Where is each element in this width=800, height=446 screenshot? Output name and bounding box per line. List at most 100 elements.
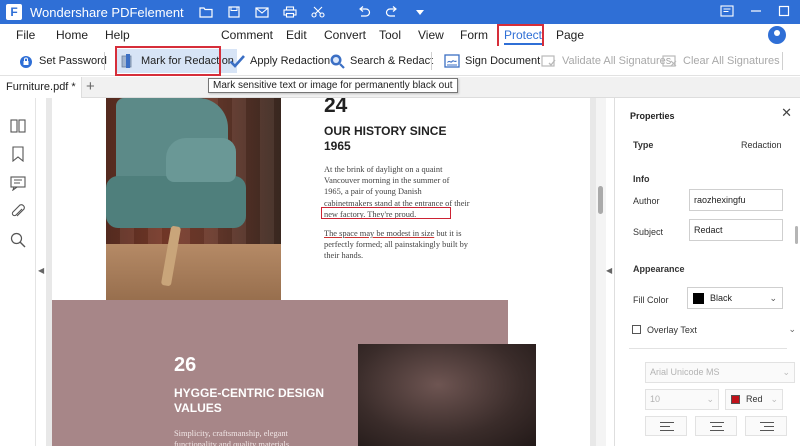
search-icon[interactable] xyxy=(10,232,26,248)
menu-file[interactable]: File xyxy=(16,24,35,46)
validate-all-signatures-button[interactable]: Validate All Signatures xyxy=(541,49,671,73)
font-color-value: Red xyxy=(746,394,763,404)
redaction-marker-icon xyxy=(120,53,136,69)
menu-form[interactable]: Form xyxy=(460,24,488,46)
menu-comment[interactable]: Comment xyxy=(221,24,273,46)
font-value: Arial Unicode MS xyxy=(650,367,720,377)
validate-signature-icon xyxy=(541,53,557,69)
search-redact-label: Search & Redact xyxy=(350,55,434,67)
color-swatch xyxy=(693,293,704,304)
fill-color-value: Black xyxy=(710,293,733,303)
underlined-text: The space may be modest in size xyxy=(324,229,435,238)
align-center-button[interactable] xyxy=(695,416,737,436)
thumbnails-icon[interactable] xyxy=(10,118,26,134)
feedback-icon[interactable] xyxy=(720,4,734,20)
app-logo-icon: F xyxy=(6,4,22,20)
customize-dropdown-icon[interactable] xyxy=(412,5,428,19)
set-password-button[interactable]: Set Password xyxy=(18,49,107,73)
save-icon[interactable] xyxy=(226,5,242,19)
properties-title: Properties xyxy=(630,111,675,121)
clear-all-signatures-button[interactable]: Clear All Signatures xyxy=(662,49,780,73)
scrollbar-thumb[interactable] xyxy=(598,186,603,214)
undo-icon[interactable] xyxy=(356,5,372,19)
menu-page[interactable]: Page xyxy=(556,24,584,46)
mail-icon[interactable] xyxy=(254,5,270,19)
overlay-text-label: Overlay Text xyxy=(647,325,697,335)
ribbon-separator xyxy=(431,52,432,70)
section-number: 26 xyxy=(174,354,197,376)
window-controls xyxy=(720,0,790,24)
info-label: Info xyxy=(633,174,650,184)
comment-icon[interactable] xyxy=(10,175,26,192)
clear-signature-icon xyxy=(662,53,678,69)
overlay-text-checkbox[interactable] xyxy=(632,325,641,334)
collapse-left-panel-icon[interactable]: ◀ xyxy=(38,266,44,275)
apply-redaction-button[interactable]: Apply Redaction xyxy=(229,49,330,73)
document-tab[interactable]: Furniture.pdf * xyxy=(0,77,82,98)
chevron-down-icon: ⌄ xyxy=(782,367,790,377)
design-values-heading: HYGGE-CENTRIC DESIGN VALUES xyxy=(174,386,325,415)
page-number-heading: 24 xyxy=(324,98,348,117)
chevron-down-icon[interactable]: ⌄ xyxy=(788,324,796,335)
chevron-down-icon: ⌄ xyxy=(769,293,777,303)
print-icon[interactable] xyxy=(282,5,298,19)
font-color-select[interactable]: Red ⌄ xyxy=(725,389,783,410)
magnifier-icon xyxy=(329,53,345,69)
history-heading: OUR HISTORY SINCE 1965 xyxy=(324,124,447,153)
apply-redaction-label: Apply Redaction xyxy=(250,55,331,67)
align-right-button[interactable] xyxy=(745,416,787,436)
lock-icon xyxy=(18,53,34,69)
close-icon[interactable]: ✕ xyxy=(781,105,792,121)
menu-tool[interactable]: Tool xyxy=(379,24,401,46)
author-field[interactable]: raozhexingfu xyxy=(689,189,783,211)
type-value: Redaction xyxy=(741,140,782,150)
maximize-icon[interactable] xyxy=(778,5,790,20)
checkmark-icon xyxy=(229,53,245,69)
redaction-mark-box[interactable] xyxy=(321,207,451,219)
font-size-value: 10 xyxy=(650,394,661,404)
search-redact-button[interactable]: Search & Redact xyxy=(329,49,433,73)
validate-all-signatures-label: Validate All Signatures xyxy=(562,55,672,67)
subject-label: Subject xyxy=(633,227,664,237)
chevron-down-icon: ⌄ xyxy=(770,394,778,404)
scissors-icon[interactable] xyxy=(310,5,326,19)
minimize-icon[interactable] xyxy=(750,5,762,20)
attachment-icon[interactable] xyxy=(10,204,26,220)
collapse-right-panel-icon[interactable]: ◀ xyxy=(606,266,612,275)
ribbon-separator xyxy=(782,52,783,70)
folder-icon[interactable] xyxy=(198,5,214,19)
document-scrollbar[interactable] xyxy=(596,98,606,446)
appearance-label: Appearance xyxy=(633,264,685,274)
menu-convert[interactable]: Convert xyxy=(324,24,366,46)
menu-view[interactable]: View xyxy=(418,24,444,46)
subject-field[interactable]: Redact xyxy=(689,219,783,241)
left-sidebar xyxy=(0,98,36,446)
chair-photo xyxy=(106,98,281,322)
font-size-select[interactable]: 10 ⌄ xyxy=(645,389,719,410)
sign-document-label: Sign Document xyxy=(465,55,541,67)
sign-document-button[interactable]: Sign Document xyxy=(444,49,540,73)
add-tab-button[interactable]: + xyxy=(86,78,95,96)
user-avatar-icon[interactable] xyxy=(768,26,786,44)
bookmark-icon[interactable] xyxy=(10,146,26,163)
space-paragraph[interactable]: The space may be modest in size but it i… xyxy=(324,228,470,262)
menu-help[interactable]: Help xyxy=(105,24,130,46)
document-viewer: 24 OUR HISTORY SINCE 1965 At the brink o… xyxy=(46,98,596,446)
panel-scrollbar[interactable] xyxy=(795,226,798,244)
fill-color-select[interactable]: Black ⌄ xyxy=(687,287,783,309)
fill-color-label: Fill Color xyxy=(633,295,669,305)
author-label: Author xyxy=(633,196,660,206)
sign-document-icon xyxy=(444,53,460,69)
clear-all-signatures-label: Clear All Signatures xyxy=(683,55,780,67)
redo-icon[interactable] xyxy=(384,5,400,19)
menu-edit[interactable]: Edit xyxy=(286,24,307,46)
mark-for-redaction-button[interactable]: Mark for Redaction xyxy=(117,49,237,73)
align-left-button[interactable] xyxy=(645,416,687,436)
menu-home[interactable]: Home xyxy=(56,24,88,46)
menu-protect[interactable]: Protect xyxy=(504,24,543,46)
set-password-label: Set Password xyxy=(39,55,107,67)
quick-access-toolbar xyxy=(198,5,428,19)
font-select[interactable]: Arial Unicode MS ⌄ xyxy=(645,362,795,383)
design-values-paragraph[interactable]: Simplicity, craftsmanship, elegant funct… xyxy=(174,428,324,446)
type-label: Type xyxy=(633,140,654,150)
